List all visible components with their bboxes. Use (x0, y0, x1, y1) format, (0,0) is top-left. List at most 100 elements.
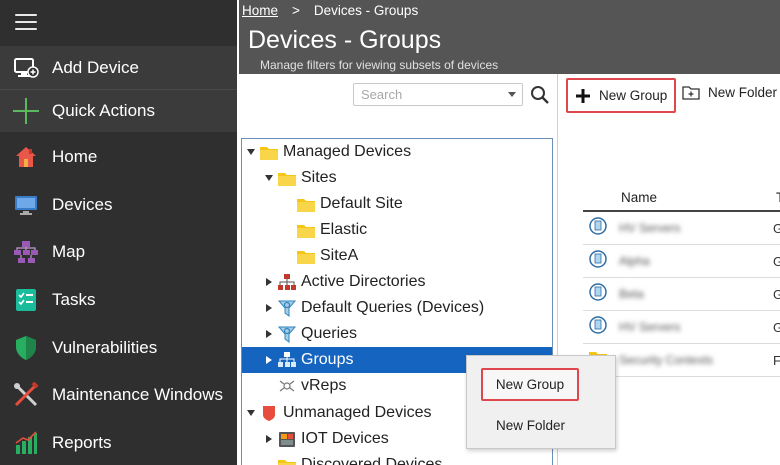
new-folder-label: New Folder (708, 85, 778, 100)
plus-icon (0, 97, 52, 125)
groups-icon (278, 352, 296, 368)
tree-node-label: Discovered Devices (301, 456, 443, 465)
row-name: Alpha (619, 254, 650, 268)
context-menu-new-folder[interactable]: New Folder (496, 418, 565, 433)
tree-node-label: Default Queries (Devices) (301, 299, 485, 316)
breadcrumb-home-link[interactable]: Home (242, 3, 278, 18)
expand-arrow-icon[interactable] (245, 149, 257, 155)
new-folder-button[interactable]: New Folder (682, 85, 777, 100)
shield-icon (0, 335, 52, 361)
sidebar-item-home[interactable]: Home (0, 133, 237, 181)
collapse-arrow-icon[interactable] (263, 330, 275, 338)
tree-node-default-queries[interactable]: Default Queries (Devices) (242, 295, 552, 321)
row-type: G (773, 220, 780, 236)
expand-arrow-icon[interactable] (245, 410, 257, 416)
sidebar-item-vulnerabilities[interactable]: Vulnerabilities (0, 324, 237, 372)
table-row[interactable]: HV Servers G (583, 212, 780, 245)
sidebar-item-label: Vulnerabilities (52, 337, 158, 357)
collapse-arrow-icon[interactable] (263, 304, 275, 312)
collapse-arrow-icon[interactable] (263, 278, 275, 286)
sidebar-item-label: Tasks (52, 289, 96, 309)
tree-node-elastic[interactable]: Elastic (242, 217, 552, 243)
query-icon (278, 326, 296, 343)
network-map-icon (0, 240, 52, 264)
tree-node-default-site[interactable]: Default Site (242, 191, 552, 217)
vreps-icon (278, 378, 296, 394)
breadcrumb-separator: > (292, 3, 300, 18)
new-group-button[interactable]: New Group (566, 78, 676, 113)
tree-node-label: SiteA (320, 247, 359, 264)
page-header: Home > Devices - Groups Devices - Groups… (239, 0, 780, 74)
monitor-icon (0, 193, 52, 217)
table-row[interactable]: Alpha G (583, 245, 780, 278)
sidebar-item-devices[interactable]: Devices (0, 181, 237, 229)
row-name: Security Contexts (619, 353, 714, 367)
unmanaged-shield-icon (260, 405, 278, 421)
sidebar-item-label: Home (52, 146, 98, 166)
sidebar-item-map[interactable]: Map (0, 228, 237, 276)
column-header-type[interactable]: T (776, 190, 780, 205)
new-group-label: New Group (599, 88, 668, 103)
search-combobox[interactable] (353, 83, 523, 106)
tree-node-label: Elastic (320, 221, 368, 238)
group-row-icon (589, 282, 607, 306)
sidebar-item-label: Map (52, 242, 86, 262)
table-row[interactable]: HV Servers G (583, 311, 780, 344)
quick-actions-label: Quick Actions (52, 101, 155, 120)
group-row-icon (589, 249, 607, 273)
add-device-label: Add Device (52, 57, 139, 77)
sidebar-item-reports[interactable]: Reports (0, 419, 237, 465)
tree-node-label: Queries (301, 325, 358, 342)
row-type: G (773, 286, 780, 302)
tree-node-label: Groups (301, 351, 354, 368)
tree-node-label: IOT Devices (301, 430, 389, 447)
search-icon[interactable] (530, 85, 550, 110)
tree-node-sites[interactable]: Sites (242, 165, 552, 191)
page-subtitle: Manage filters for viewing subsets of de… (260, 58, 499, 72)
iot-device-icon (278, 431, 296, 447)
quick-actions-button[interactable]: Quick Actions (0, 89, 237, 132)
tree-node-label: Sites (301, 169, 337, 186)
tree-node-label: vReps (301, 377, 347, 394)
directory-tree-icon (278, 274, 296, 290)
groups-toolbar: New Group New Folder (561, 74, 780, 114)
search-input[interactable] (361, 87, 491, 102)
tree-node-discovered-devices[interactable]: Discovered Devices (242, 452, 552, 465)
hamburger-menu-icon[interactable] (15, 14, 37, 30)
tree-node-sitea[interactable]: SiteA (242, 243, 552, 269)
new-folder-icon (682, 85, 700, 100)
table-row[interactable]: Beta G (583, 278, 780, 311)
sidebar: Add Device Quick Actions Home Devices Ma… (0, 0, 237, 465)
row-name: HV Servers (619, 221, 681, 235)
sidebar-item-label: Devices (52, 194, 113, 214)
collapse-arrow-icon[interactable] (263, 356, 275, 364)
page-title: Devices - Groups (248, 26, 442, 54)
collapse-arrow-icon[interactable] (263, 435, 275, 443)
expand-arrow-icon[interactable] (263, 175, 275, 181)
sidebar-item-tasks[interactable]: Tasks (0, 276, 237, 324)
house-icon (0, 145, 52, 169)
checklist-icon (0, 288, 52, 312)
bar-chart-icon (0, 431, 52, 455)
column-header-name[interactable]: Name (621, 190, 657, 205)
tree-node-label: Default Site (320, 195, 403, 212)
folder-icon (297, 248, 315, 264)
group-row-icon (589, 216, 607, 240)
tree-node-managed-devices[interactable]: Managed Devices (242, 139, 552, 165)
sidebar-item-maintenance-windows[interactable]: Maintenance Windows (0, 371, 237, 419)
context-menu-new-group[interactable]: New Group (481, 368, 579, 401)
breadcrumb-current: Devices - Groups (313, 3, 419, 18)
sidebar-item-label: Maintenance Windows (52, 385, 224, 405)
row-type: G (773, 253, 780, 269)
add-device-icon (0, 57, 52, 79)
tree-node-active-directories[interactable]: Active Directories (242, 269, 552, 295)
context-menu: New Group New Folder (466, 355, 616, 449)
chevron-down-icon[interactable] (508, 92, 516, 97)
add-device-button[interactable]: Add Device (0, 46, 237, 89)
grid-header: Name T (583, 184, 780, 212)
folder-icon (260, 144, 278, 160)
folder-icon (297, 222, 315, 238)
group-row-icon (589, 315, 607, 339)
tree-node-queries[interactable]: Queries (242, 321, 552, 347)
tree-node-label: Unmanaged Devices (283, 404, 432, 421)
